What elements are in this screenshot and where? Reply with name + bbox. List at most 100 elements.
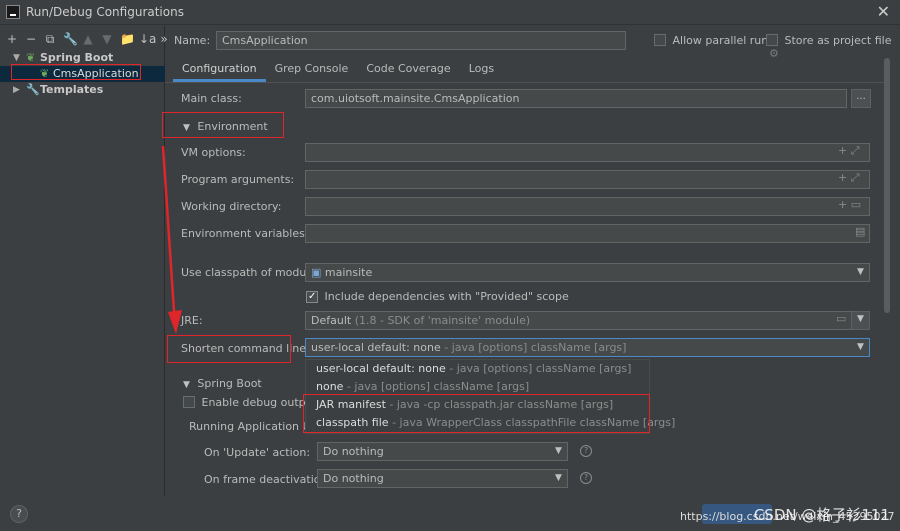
tree-label-cms-application: CmsApplication	[53, 67, 139, 80]
plus-icon[interactable]: +	[838, 198, 847, 211]
on-frame-deactivation-dropdown[interactable]: Do nothing	[317, 469, 568, 488]
option-hint: - java [options] className [args]	[449, 362, 632, 375]
popup-option-none[interactable]: none - java [options] className [args]	[316, 380, 529, 393]
jre-value: Default	[311, 314, 352, 327]
collapse-arrow-icon[interactable]: ▼	[183, 380, 190, 390]
folder-icon[interactable]: ▭	[836, 312, 846, 325]
expand-icon[interactable]: ⤢	[851, 171, 860, 184]
classpath-module-dropdown[interactable]: ▣ mainsite	[305, 263, 870, 282]
tree-label-templates: Templates	[40, 83, 104, 96]
copy-icon[interactable]: ⧉	[44, 32, 56, 47]
option-label: classpath file	[316, 416, 389, 429]
help-icon[interactable]: ?	[580, 445, 592, 457]
popup-option-classpath-file[interactable]: classpath file - java WrapperClass class…	[316, 416, 675, 429]
plus-icon[interactable]: +	[838, 144, 847, 157]
tab-grep-console[interactable]: Grep Console	[266, 58, 358, 82]
tab-code-coverage[interactable]: Code Coverage	[357, 58, 459, 82]
intellij-app-icon	[6, 5, 20, 19]
working-directory-actions: + ▭	[838, 198, 861, 211]
expand-icon[interactable]: ⤢	[851, 144, 860, 157]
checkbox-box[interactable]	[183, 396, 195, 408]
collapse-arrow-icon[interactable]: ▶	[13, 82, 20, 98]
move-down-icon[interactable]: ▼	[101, 32, 113, 46]
config-tabs: Configuration Grep Console Code Coverage…	[173, 58, 503, 82]
help-button[interactable]: ?	[10, 505, 28, 523]
move-up-icon[interactable]: ▲	[82, 32, 94, 46]
working-directory-label: Working directory:	[181, 200, 282, 213]
chevron-down-icon[interactable]: ▼	[857, 267, 864, 277]
chevron-down-icon: ▼	[857, 314, 864, 324]
expand-arrow-icon[interactable]: ▼	[13, 50, 20, 66]
option-hint: - java WrapperClass classpathFile classN…	[392, 416, 676, 429]
chevron-down-icon[interactable]: ▼	[555, 446, 562, 456]
option-label: JAR manifest	[316, 398, 386, 411]
environment-label: Environment	[197, 120, 268, 133]
browse-main-class-button[interactable]: ...	[851, 89, 871, 108]
program-arguments-actions: + ⤢	[838, 171, 860, 185]
allow-parallel-run-checkbox[interactable]: Allow parallel run	[654, 34, 768, 47]
on-update-label: On 'Update' action:	[204, 446, 311, 459]
edit-env-vars-icon[interactable]: ▤	[855, 225, 865, 238]
plus-icon[interactable]: +	[838, 171, 847, 184]
spring-boot-section[interactable]: ▼ Spring Boot	[183, 377, 262, 390]
tree-label-spring-boot: Spring Boot	[40, 51, 114, 64]
main-class-field[interactable]: com.uiotsoft.mainsite.CmsApplication	[305, 89, 847, 108]
classpath-module-label: Use classpath of module:	[181, 266, 320, 279]
option-label: none	[316, 380, 344, 393]
environment-section[interactable]: ▼ Environment	[183, 120, 268, 133]
enable-debug-output-label: Enable debug output	[201, 396, 317, 409]
program-arguments-field[interactable]	[305, 170, 870, 189]
working-directory-field[interactable]	[305, 197, 870, 216]
store-as-project-file-label: Store as project file	[784, 34, 892, 47]
spring-boot-icon: ❦	[26, 51, 36, 64]
jre-dropdown-button[interactable]: ▼	[851, 311, 870, 330]
shorten-command-line-dropdown[interactable]: user-local default: none - java [options…	[305, 338, 870, 357]
add-icon[interactable]: +	[6, 32, 18, 46]
include-provided-checkbox[interactable]: Include dependencies with "Provided" sco…	[306, 290, 569, 303]
help-icon[interactable]: ?	[580, 472, 592, 484]
watermark: CSDN @格子衫111	[753, 506, 890, 524]
module-folder-icon: ▣	[311, 266, 322, 279]
enable-debug-output-checkbox[interactable]: Enable debug output	[183, 396, 317, 409]
annotation-arrow	[161, 145, 182, 334]
chevron-down-icon[interactable]: ▼	[555, 473, 562, 483]
checkbox-box[interactable]	[766, 34, 778, 46]
collapse-arrow-icon[interactable]: ▼	[183, 123, 190, 133]
close-icon[interactable]: ✕	[877, 2, 890, 21]
sort-icon[interactable]: ↓a	[139, 32, 156, 46]
tree-item-cms-application[interactable]: ❦ CmsApplication	[0, 66, 165, 82]
on-frame-deactivation-label: On frame deactivation:	[204, 473, 332, 486]
sidebar-toolbar: + − ⧉ 🔧 ▲ ▼ 📁 ↓a »	[6, 30, 170, 48]
wrench-icon[interactable]: 🔧	[63, 32, 78, 46]
shorten-command-line-hint: - java [options] className [args]	[444, 341, 627, 354]
configurations-sidebar: + − ⧉ 🔧 ▲ ▼ 📁 ↓a » ▼ ❦ Spring Boot ❦ Cms…	[0, 26, 168, 496]
store-as-project-file-checkbox[interactable]: Store as project file ⚙	[766, 34, 900, 60]
checkbox-box[interactable]	[654, 34, 666, 46]
tab-configuration[interactable]: Configuration	[173, 58, 266, 82]
allow-parallel-run-label: Allow parallel run	[672, 34, 769, 47]
name-label: Name:	[174, 34, 211, 47]
on-update-dropdown[interactable]: Do nothing	[317, 442, 568, 461]
environment-variables-label: Environment variables:	[181, 227, 309, 240]
folder-icon[interactable]: ▭	[851, 198, 861, 211]
popup-option-user-local[interactable]: user-local default: none - java [options…	[316, 362, 631, 375]
vm-options-field[interactable]	[305, 143, 870, 162]
jre-hint: (1.8 - SDK of 'mainsite' module)	[354, 314, 531, 327]
name-field[interactable]: CmsApplication	[216, 31, 626, 50]
checkbox-box[interactable]	[306, 291, 318, 303]
folder-icon[interactable]: 📁	[120, 32, 135, 46]
tree-item-templates[interactable]: ▶ 🔧 Templates	[0, 82, 165, 98]
vertical-scrollbar[interactable]	[884, 58, 890, 313]
shorten-command-line-popup: user-local default: none - java [options…	[305, 359, 675, 434]
chevron-down-icon[interactable]: ▼	[857, 342, 864, 352]
gear-icon[interactable]: ⚙	[769, 47, 779, 60]
popup-option-jar-manifest[interactable]: JAR manifest - java -cp classpath.jar cl…	[316, 398, 613, 411]
more-icon[interactable]: »	[158, 32, 170, 46]
environment-variables-field[interactable]	[305, 224, 870, 243]
tab-logs[interactable]: Logs	[460, 58, 503, 82]
remove-icon[interactable]: −	[25, 32, 37, 46]
tree-item-spring-boot[interactable]: ▼ ❦ Spring Boot	[0, 50, 165, 66]
window-title: Run/Debug Configurations	[26, 5, 184, 19]
jre-field[interactable]: Default (1.8 - SDK of 'mainsite' module)	[305, 311, 852, 330]
option-hint: - java [options] className [args]	[346, 380, 530, 393]
